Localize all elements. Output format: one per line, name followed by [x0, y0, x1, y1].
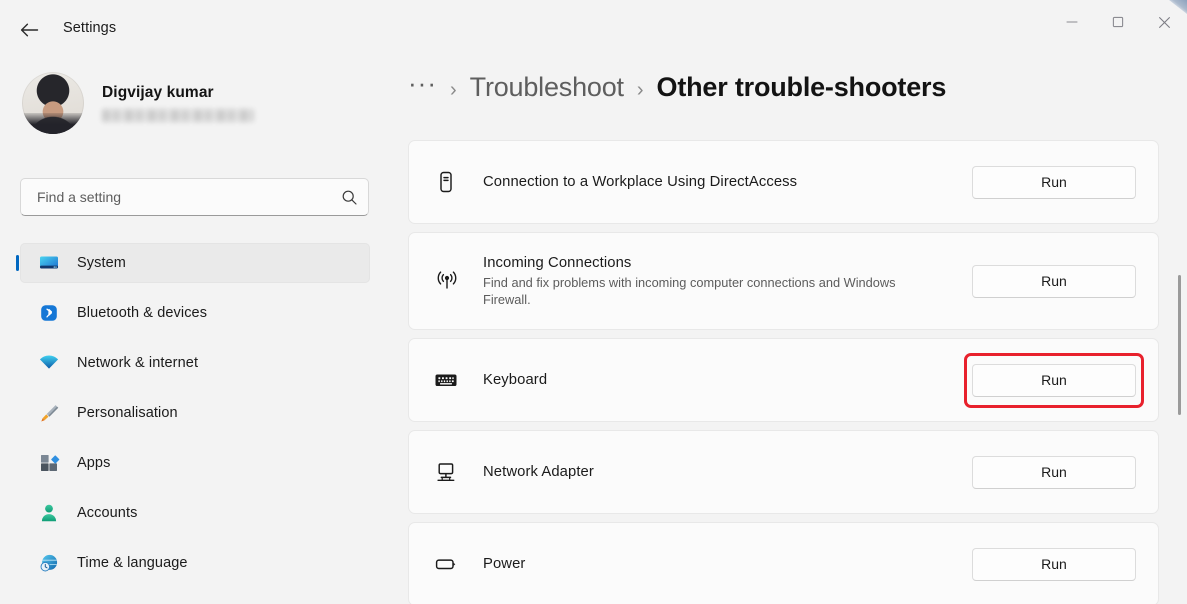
run-button[interactable]: Run	[972, 548, 1136, 581]
globe-clock-icon	[37, 551, 61, 575]
troubleshooter-row-keyboard: Keyboard Run	[408, 338, 1159, 422]
search-icon	[330, 189, 368, 206]
close-icon	[1158, 16, 1171, 29]
sidebar-item-network-internet[interactable]: Network & internet	[20, 343, 370, 383]
sidebar-item-label: Bluetooth & devices	[77, 305, 207, 321]
app-title: Settings	[63, 20, 116, 36]
sidebar-item-label: Apps	[77, 455, 110, 471]
settings-window: Settings Digvijay	[0, 0, 1187, 604]
troubleshooter-title: Power	[483, 556, 972, 572]
run-button-wrapper: Run	[972, 456, 1136, 489]
battery-icon	[433, 551, 475, 577]
person-icon	[37, 501, 61, 525]
paintbrush-icon	[37, 401, 61, 425]
breadcrumb-parent-link[interactable]: Troubleshoot	[470, 72, 624, 103]
run-button-wrapper: Run	[972, 166, 1136, 199]
device-icon	[433, 169, 475, 195]
main-pane: ··· › Troubleshoot › Other trouble-shoot…	[390, 60, 1187, 604]
page-title: Other trouble-shooters	[657, 72, 947, 103]
search-box[interactable]	[20, 178, 369, 216]
window-controls	[1049, 0, 1187, 44]
troubleshooter-title: Network Adapter	[483, 464, 972, 480]
troubleshooter-description: Find and fix problems with incoming comp…	[483, 274, 928, 308]
run-button-wrapper: Run	[972, 548, 1136, 581]
run-button[interactable]: Run	[972, 456, 1136, 489]
back-button[interactable]	[12, 14, 46, 46]
run-button[interactable]: Run	[972, 166, 1136, 199]
troubleshooter-row-network-adapter: Network Adapter Run	[408, 430, 1159, 514]
run-button-wrapper: Run	[972, 265, 1136, 298]
apps-icon	[37, 451, 61, 475]
sidebar-item-label: Personalisation	[77, 405, 178, 421]
troubleshooter-title: Incoming Connections	[483, 255, 972, 271]
monitor-icon	[37, 251, 61, 275]
wifi-icon	[37, 351, 61, 375]
sidebar-item-label: Network & internet	[77, 355, 198, 371]
troubleshooter-title: Connection to a Workplace Using DirectAc…	[483, 174, 972, 190]
vertical-scrollbar[interactable]	[1178, 275, 1181, 415]
sidebar-item-label: Time & language	[77, 555, 188, 571]
sidebar-item-label: Accounts	[77, 505, 137, 521]
run-button[interactable]: Run	[972, 265, 1136, 298]
troubleshooter-list: Connection to a Workplace Using DirectAc…	[408, 140, 1159, 604]
run-button[interactable]: Run	[972, 364, 1136, 397]
back-arrow-icon	[19, 22, 39, 38]
broadcast-icon	[433, 267, 475, 295]
sidebar-item-apps[interactable]: Apps	[20, 443, 370, 483]
sidebar-item-accounts[interactable]: Accounts	[20, 493, 370, 533]
minimize-button[interactable]	[1049, 0, 1095, 44]
keyboard-icon	[433, 367, 475, 393]
sidebar: Digvijay kumar	[0, 60, 390, 604]
breadcrumb-separator: ›	[450, 79, 457, 102]
troubleshooter-row-directaccess: Connection to a Workplace Using DirectAc…	[408, 140, 1159, 224]
nav-list: System Bluetooth & devices	[7, 243, 383, 593]
avatar	[22, 72, 84, 134]
minimize-icon	[1066, 16, 1078, 28]
profile-name: Digvijay kumar	[102, 84, 254, 102]
monitor-network-icon	[433, 459, 475, 485]
sidebar-item-system[interactable]: System	[20, 243, 370, 283]
troubleshooter-title: Keyboard	[483, 372, 972, 388]
profile-email-redacted	[102, 109, 254, 122]
sidebar-item-bluetooth-devices[interactable]: Bluetooth & devices	[20, 293, 370, 333]
maximize-icon	[1112, 16, 1124, 28]
run-button-wrapper-highlighted: Run	[972, 364, 1136, 397]
troubleshooter-row-power: Power Run	[408, 522, 1159, 604]
sidebar-item-time-language[interactable]: Time & language	[20, 543, 370, 583]
user-profile[interactable]: Digvijay kumar	[22, 72, 254, 134]
troubleshooter-row-incoming-connections: Incoming Connections Find and fix proble…	[408, 232, 1159, 330]
maximize-button[interactable]	[1095, 0, 1141, 44]
sidebar-item-label: System	[77, 255, 126, 271]
breadcrumb-separator: ›	[637, 79, 644, 102]
sidebar-item-personalisation[interactable]: Personalisation	[20, 393, 370, 433]
breadcrumb: ··· › Troubleshoot › Other trouble-shoot…	[408, 72, 946, 103]
search-input[interactable]	[21, 189, 330, 205]
bluetooth-icon	[37, 301, 61, 325]
title-bar: Settings	[0, 0, 1187, 60]
breadcrumb-overflow-button[interactable]: ···	[408, 70, 437, 96]
